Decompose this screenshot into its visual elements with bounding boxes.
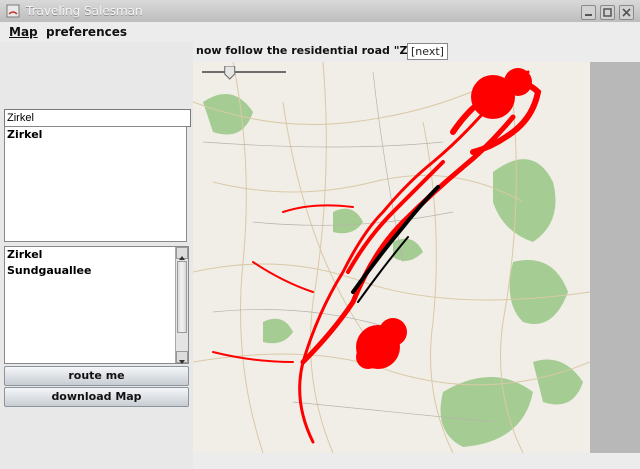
- menu-preferences[interactable]: preferences: [46, 25, 127, 39]
- navigation-instruction: now follow the residential road "Zirkel": [196, 44, 441, 57]
- close-icon: [622, 8, 631, 17]
- search-results-list: Zirkel: [4, 126, 187, 242]
- download-map-button[interactable]: download Map: [4, 387, 189, 407]
- window-title: Traveling Salesman: [26, 4, 143, 18]
- zoom-slider[interactable]: [200, 66, 288, 80]
- menu-map[interactable]: Map: [9, 25, 38, 39]
- map-margin: [590, 62, 640, 453]
- route-stop-item[interactable]: Zirkel: [5, 247, 188, 263]
- menu-bar: Map preferences: [0, 22, 640, 42]
- maximize-icon: [603, 8, 612, 17]
- title-bar: Traveling Salesman: [0, 0, 640, 23]
- scroll-thumb[interactable]: [177, 261, 187, 333]
- close-button[interactable]: [619, 5, 634, 20]
- search-result-item[interactable]: Zirkel: [5, 127, 186, 143]
- route-me-button[interactable]: route me: [4, 366, 189, 386]
- scroll-up-button[interactable]: [176, 247, 188, 260]
- next-button[interactable]: [next]: [407, 43, 448, 60]
- route-stops-list: Zirkel Sundgauallee: [4, 246, 189, 364]
- maximize-button[interactable]: [600, 5, 615, 20]
- scroll-down-button[interactable]: [176, 351, 188, 364]
- search-input[interactable]: [4, 109, 191, 127]
- java-app-icon: [6, 4, 20, 18]
- zoom-slider-thumb[interactable]: [224, 66, 236, 80]
- minimize-icon: [585, 14, 592, 16]
- map-view[interactable]: [193, 62, 590, 453]
- map-canvas[interactable]: [193, 62, 590, 453]
- minimize-button[interactable]: [581, 5, 596, 20]
- route-stop-item[interactable]: Sundgauallee: [5, 263, 188, 279]
- route-list-scrollbar[interactable]: [175, 247, 188, 364]
